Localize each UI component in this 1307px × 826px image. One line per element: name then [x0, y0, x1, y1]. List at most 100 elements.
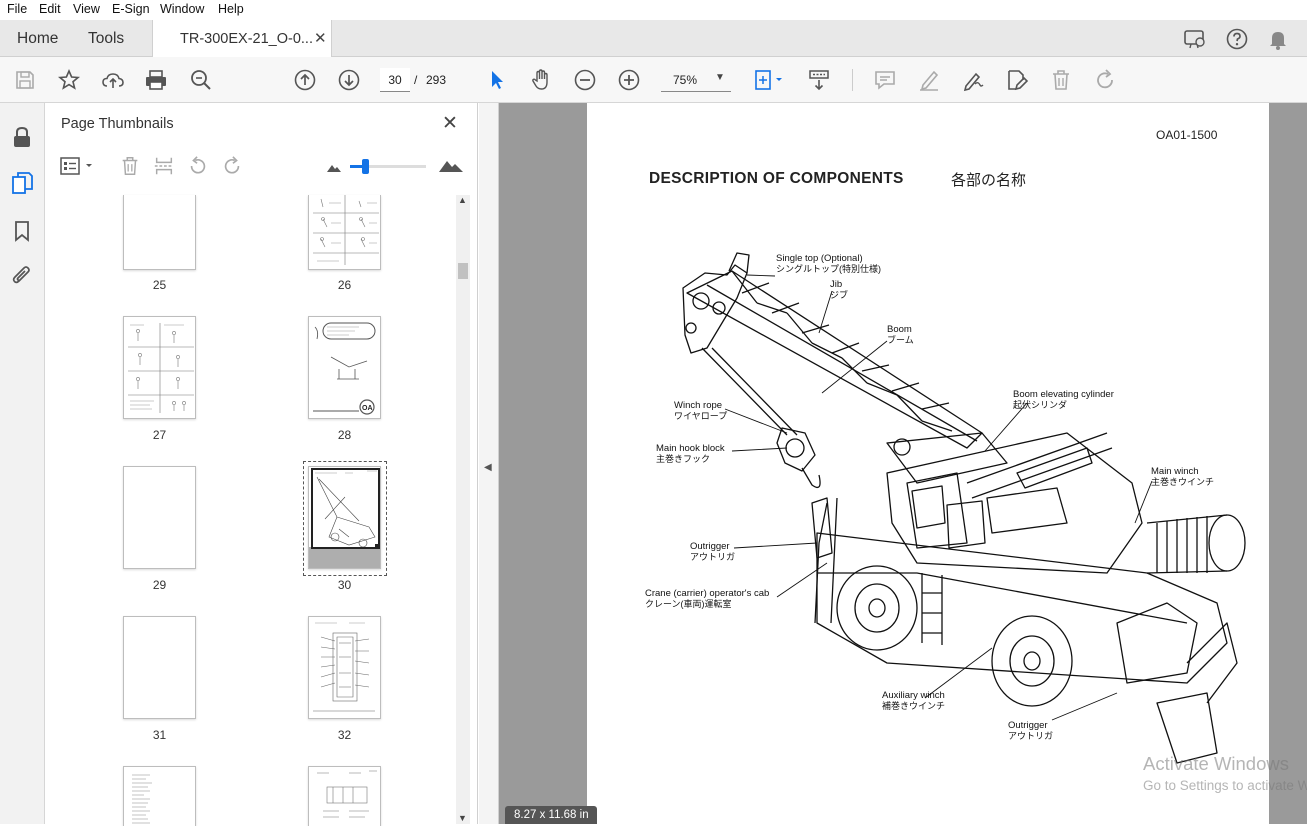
- page-thumbnail-30[interactable]: [308, 466, 381, 569]
- page-thumbnail-27[interactable]: [123, 316, 196, 419]
- delete-page-icon[interactable]: [119, 154, 141, 178]
- page-thumbnail-33[interactable]: [123, 766, 196, 826]
- page-thumbnail-26[interactable]: [308, 195, 381, 270]
- page-thumbnail-29[interactable]: [123, 466, 196, 569]
- save-icon[interactable]: [12, 67, 38, 93]
- large-thumbnail-mountain-icon[interactable]: [438, 156, 464, 174]
- redo-icon[interactable]: [1092, 67, 1118, 93]
- panel-splitter[interactable]: ◀: [479, 103, 499, 824]
- activate-windows-subtext: Go to Settings to activate Windows.: [1143, 778, 1307, 793]
- label-boom: Boom ブーム: [887, 324, 914, 346]
- activate-windows-watermark: Activate Windows: [1143, 753, 1289, 774]
- scrollbar-thumb[interactable]: [458, 263, 468, 279]
- slider-handle[interactable]: [362, 159, 369, 174]
- lock-icon[interactable]: [10, 125, 34, 149]
- share-screen-icon[interactable]: [1183, 27, 1207, 51]
- page-size-tooltip: 8.27 x 11.68 in: [505, 806, 597, 824]
- menu-esign[interactable]: E-Sign: [112, 2, 150, 16]
- small-thumbnail-mountain-icon[interactable]: [326, 160, 342, 174]
- zoom-out-icon[interactable]: [572, 67, 598, 93]
- chevron-down-icon: ▼: [715, 72, 725, 83]
- select-cursor-icon[interactable]: [484, 67, 510, 93]
- close-panel-icon[interactable]: ✕: [442, 112, 458, 135]
- notifications-bell-icon[interactable]: [1266, 27, 1290, 51]
- label-boom-elevating-cylinder: Boom elevating cylinder 起伏シリンダ: [1013, 389, 1114, 411]
- zoom-in-icon[interactable]: [616, 67, 642, 93]
- pdf-page: OA01-1500 DESCRIPTION OF COMPONENTS 各部の名…: [587, 103, 1269, 824]
- upload-cloud-icon[interactable]: [100, 67, 126, 93]
- delete-trash-icon[interactable]: [1048, 67, 1074, 93]
- zoom-search-icon[interactable]: [188, 67, 214, 93]
- sign-pen-icon[interactable]: [960, 67, 986, 93]
- menu-edit[interactable]: Edit: [39, 2, 61, 16]
- scroll-up-arrow-icon[interactable]: ▲: [458, 195, 467, 205]
- svg-text:OA: OA: [362, 405, 373, 412]
- label-jib: Jib ジブ: [830, 279, 849, 301]
- bookmarks-icon[interactable]: [10, 219, 34, 243]
- label-outrigger-rear: Outrigger アウトリガ: [1008, 720, 1054, 742]
- scroll-down-arrow-icon[interactable]: ▼: [458, 813, 467, 823]
- page-thumbnail-28[interactable]: OA: [308, 316, 381, 419]
- hand-tool-icon[interactable]: [528, 67, 554, 93]
- main-toolbar: 30 / 293 75% ▼: [0, 57, 1307, 103]
- collapse-panel-arrow-icon[interactable]: ◀: [484, 462, 492, 473]
- tab-home[interactable]: Home: [17, 30, 58, 48]
- scroll-mode-icon[interactable]: [806, 67, 832, 93]
- total-pages: 293: [426, 73, 447, 87]
- menu-bar: File Edit View E-Sign Window Help: [0, 0, 1307, 20]
- label-main-winch: Main winch 主巻きウインチ: [1151, 466, 1215, 488]
- tab-bar: Home Tools TR-300EX-21_O-0... ✕: [0, 20, 1307, 57]
- page-thumbnail-34[interactable]: [308, 766, 381, 826]
- thumbnail-size-slider[interactable]: [350, 159, 426, 174]
- menu-file[interactable]: File: [7, 2, 27, 16]
- page-label-25: 25: [152, 278, 167, 292]
- close-tab-icon[interactable]: ✕: [314, 29, 327, 47]
- left-navigation-pane: [0, 103, 45, 824]
- page-label-31: 31: [152, 728, 167, 742]
- zoom-level-select[interactable]: 75% ▼: [661, 68, 731, 92]
- page-thumbnail-25[interactable]: [123, 195, 196, 270]
- zoom-level-value: 75%: [673, 73, 698, 87]
- menu-help[interactable]: Help: [218, 2, 244, 16]
- page-thumbnail-31[interactable]: [123, 616, 196, 719]
- thumbnails-scrollbar[interactable]: ▲ ▼: [456, 195, 470, 824]
- page-label-30: 30: [337, 578, 352, 592]
- edit-document-icon[interactable]: [1004, 67, 1030, 93]
- document-viewport[interactable]: OA01-1500 DESCRIPTION OF COMPONENTS 各部の名…: [499, 103, 1307, 824]
- highlight-pen-icon[interactable]: [916, 67, 942, 93]
- page-label-29: 29: [152, 578, 167, 592]
- tab-document[interactable]: TR-300EX-21_O-0... ✕: [152, 20, 332, 57]
- print-icon[interactable]: [143, 67, 169, 93]
- attachments-paperclip-icon[interactable]: [10, 264, 34, 288]
- page-separator: /: [414, 73, 418, 87]
- thumbnail-options-menu[interactable]: [59, 155, 97, 177]
- page-thumbnails-panel: Page Thumbnails ✕ 25 26 27 OA 28 29 30 3…: [45, 103, 478, 826]
- page-number-input[interactable]: 30: [380, 68, 410, 92]
- tab-tools[interactable]: Tools: [88, 30, 124, 48]
- page-label-27: 27: [152, 428, 167, 442]
- fit-page-icon[interactable]: [751, 67, 787, 93]
- menu-view[interactable]: View: [73, 2, 100, 16]
- page-label-28: 28: [337, 428, 352, 442]
- bookmark-star-icon[interactable]: [56, 67, 82, 93]
- menu-window[interactable]: Window: [160, 2, 204, 16]
- panel-title: Page Thumbnails: [61, 116, 174, 132]
- previous-page-icon[interactable]: [292, 67, 318, 93]
- tab-document-label: TR-300EX-21_O-0...: [180, 31, 313, 47]
- label-winch-rope: Winch rope ワイヤロープ: [674, 400, 728, 422]
- toolbar-divider: [852, 69, 853, 91]
- next-page-icon[interactable]: [336, 67, 362, 93]
- rotate-clockwise-icon[interactable]: [221, 154, 243, 178]
- rotate-counterclockwise-icon[interactable]: [187, 154, 209, 178]
- label-auxiliary-winch: Auxiliary winch 補巻きウインチ: [882, 690, 946, 712]
- label-operator-cab: Crane (carrier) operator's cab クレーン(車両)運転…: [645, 588, 770, 610]
- label-outrigger-front: Outrigger アウトリガ: [690, 541, 736, 563]
- page-thumbnails-icon[interactable]: [10, 171, 34, 195]
- label-single-top: Single top (Optional) シングルトップ(特別仕様): [776, 253, 881, 275]
- page-label-26: 26: [337, 278, 352, 292]
- comment-icon[interactable]: [872, 67, 898, 93]
- insert-page-icon[interactable]: [153, 154, 175, 178]
- help-icon[interactable]: [1225, 27, 1249, 51]
- page-thumbnail-32[interactable]: [308, 616, 381, 719]
- label-main-hook-block: Main hook block 主巻きフック: [656, 443, 725, 465]
